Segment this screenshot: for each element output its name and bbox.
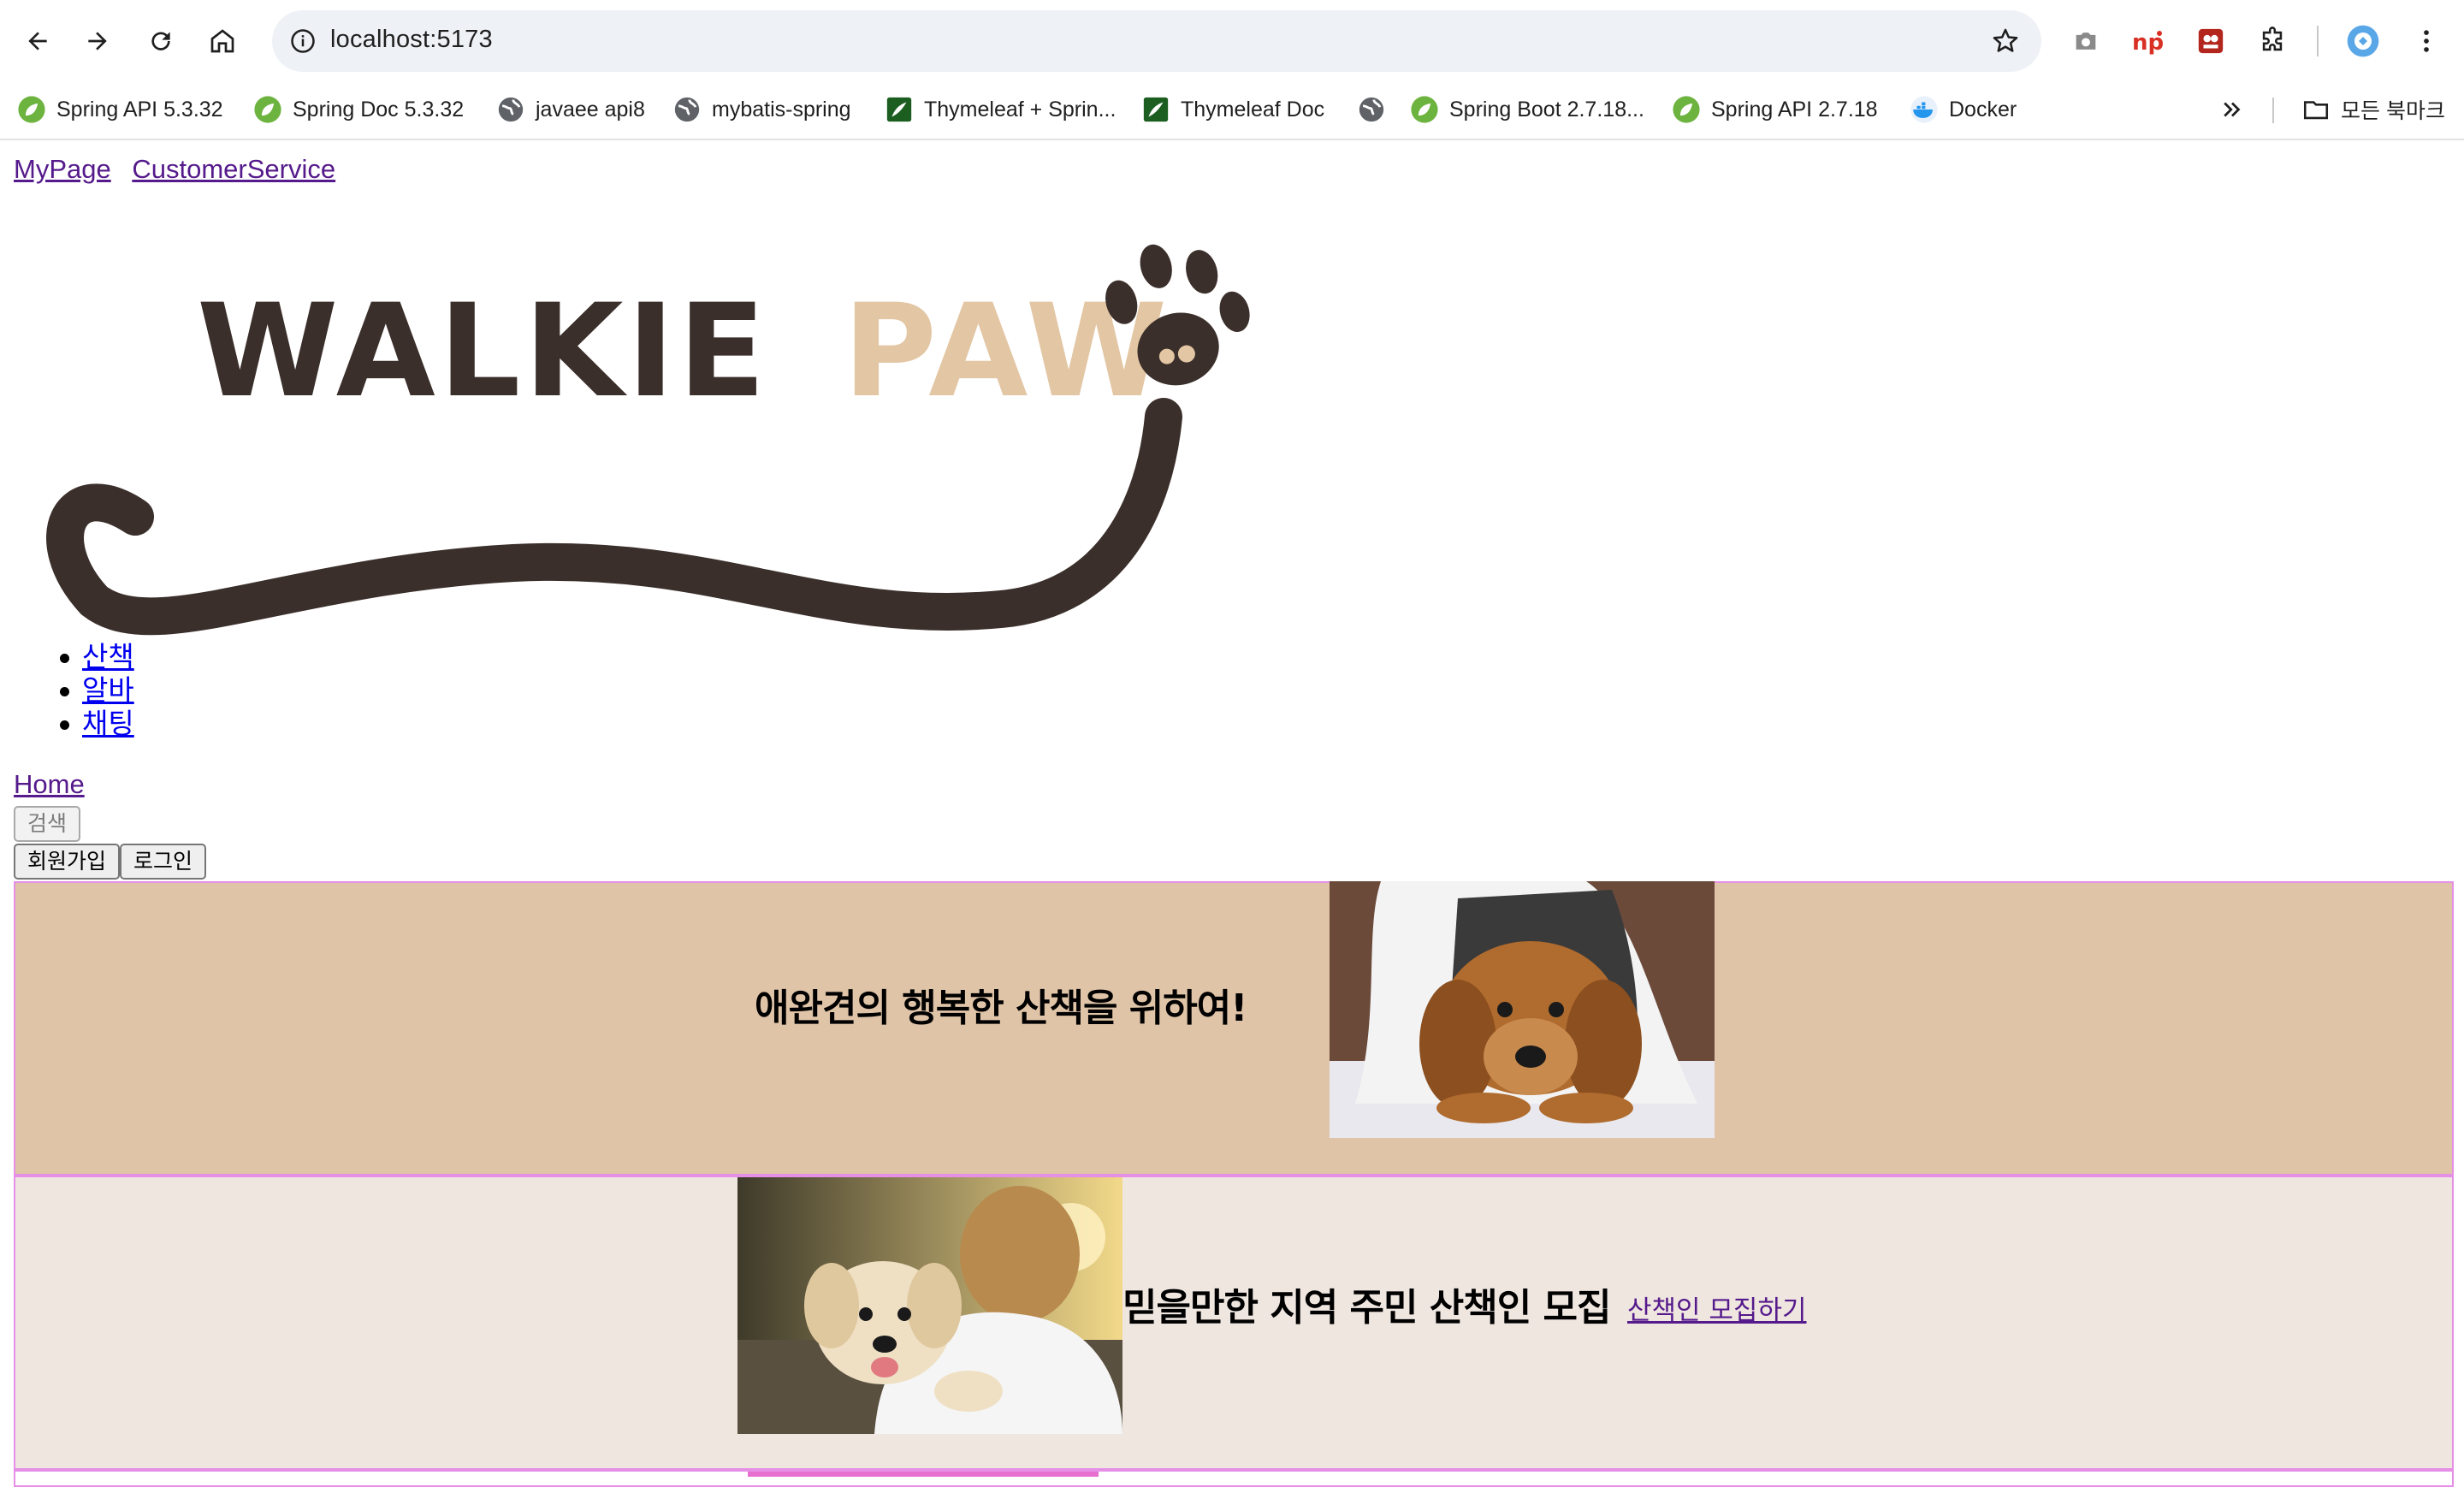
profile-avatar-icon[interactable] [2341,19,2385,63]
bookmark-label: Thymeleaf Doc [1181,97,1325,121]
man-hugging-puppy-photo [737,1177,1122,1434]
kebab-menu-icon[interactable] [2404,19,2449,63]
globe-icon [674,97,700,122]
logo-tail-swoosh [46,398,1182,636]
dog-under-blanket-photo [1330,881,1715,1138]
recruit-title: 믿을만한 지역 주민 산책인 모집 [1122,1286,1612,1330]
thymeleaf-icon [1143,97,1169,122]
bookmark-label: Thymeleaf + Sprin... [924,97,1116,121]
thymeleaf-icon [886,97,912,122]
bookmark-item[interactable]: mybatis-spring [672,91,851,128]
extensions-puzzle-icon[interactable] [2250,19,2295,63]
logo-text-walkie: WALKIE [197,277,769,426]
bookmark-label: Spring API 2.7.18 [1711,97,1878,121]
mypage-link[interactable]: MyPage [14,154,111,184]
hero-banner: 애완견의 행복한 산책을 위하여! [14,881,2454,1176]
bookmarks-divider [2272,98,2274,123]
forward-button[interactable] [74,17,121,65]
spring-leaf-icon [254,96,281,123]
browser-toolbar: localhost:5173 np [0,0,2464,82]
bookmark-label: Docker [1949,97,2017,121]
bookmark-label: Spring Doc 5.3.32 [293,97,465,121]
red-extension-icon[interactable] [2189,19,2233,63]
chat-link[interactable]: 채팅 [82,708,134,739]
spring-leaf-icon [18,96,45,123]
all-bookmarks-button[interactable]: 모든 북마크 [2301,91,2445,128]
bookmark-item[interactable]: javaee api8 [496,91,645,128]
bookmark-item[interactable] [1357,91,1386,128]
bookmark-item[interactable]: Spring API 2.7.18 [1672,91,1878,128]
folder-icon [2303,101,2329,120]
home-button[interactable] [198,17,246,65]
double-chevron-right-icon [2224,102,2241,117]
bookmark-item[interactable]: Thymeleaf + Sprin... [885,91,1116,128]
menu-item-walk: 산책 [60,640,134,673]
menu-item-parttime: 알바 [60,673,134,707]
bookmark-label: javaee api8 [536,97,645,121]
address-bar[interactable]: localhost:5173 [272,10,2041,72]
web-page: MyPage CustomerService WALKIE PAW 산책 알바 … [0,142,2464,1487]
bookmark-label: Spring Boot 2.7.18... [1449,97,1644,121]
hero-title: 애완견의 행복한 산책을 위하여! [755,986,1247,1030]
url-text[interactable]: localhost:5173 [330,26,493,54]
all-bookmarks-label: 모든 북마크 [2341,99,2445,123]
reload-button[interactable] [137,17,185,65]
spring-leaf-icon [1411,96,1438,123]
toolbar-divider [2317,26,2319,56]
arrow-left-icon [28,32,47,50]
top-links: MyPage CustomerService [14,154,349,185]
bookmark-label: Spring API 5.3.32 [56,97,223,121]
home-icon [210,29,234,53]
customer-service-link[interactable]: CustomerService [132,154,335,184]
bookmarks-bar: Spring API 5.3.32 Spring Doc 5.3.32 java… [0,82,2464,140]
login-button[interactable]: 로그인 [120,844,207,880]
bookmark-star-icon[interactable] [1987,22,2024,60]
recruit-walker-link[interactable]: 산책인 모집하기 [1627,1289,1807,1327]
bookmark-item[interactable]: Spring Boot 2.7.18... [1410,91,1644,128]
more-bookmarks-button[interactable] [2219,91,2245,128]
walk-link[interactable]: 산책 [82,641,134,672]
next-section-image-edge [748,1472,1099,1477]
menu-item-chat: 채팅 [60,707,134,740]
spring-leaf-icon [1673,96,1700,123]
docker-icon [1910,96,1938,123]
bookmark-item[interactable]: Spring Doc 5.3.32 [253,91,464,128]
parttime-link[interactable]: 알바 [82,674,134,706]
main-menu: 산책 알바 채팅 [60,640,134,740]
bookmark-label: mybatis-spring [712,97,851,121]
signup-button[interactable]: 회원가입 [14,844,121,880]
search-button[interactable]: 검색 [14,806,81,842]
site-info-icon[interactable] [284,22,322,60]
np-extension-icon[interactable]: np [2125,19,2170,63]
walkie-paw-logo[interactable]: WALKIE PAW [34,224,1275,720]
next-section [14,1470,2454,1487]
bookmark-item[interactable]: Spring API 5.3.32 [17,91,223,128]
globe-icon [1359,97,1384,122]
recruit-banner: 믿을만한 지역 주민 산책인 모집 산책인 모집하기 [14,1176,2454,1470]
bookmark-item[interactable]: Thymeleaf Doc [1141,91,1324,128]
camera-icon[interactable] [2064,19,2108,63]
bookmark-item[interactable]: Docker [1910,91,2017,128]
home-link[interactable]: Home [14,769,85,800]
svg-text:WALKIE PAW: WALKIE PAW [197,277,1170,426]
arrow-right-icon [88,32,107,50]
back-button[interactable] [14,17,62,65]
reload-icon [151,32,170,50]
globe-icon [498,97,524,122]
